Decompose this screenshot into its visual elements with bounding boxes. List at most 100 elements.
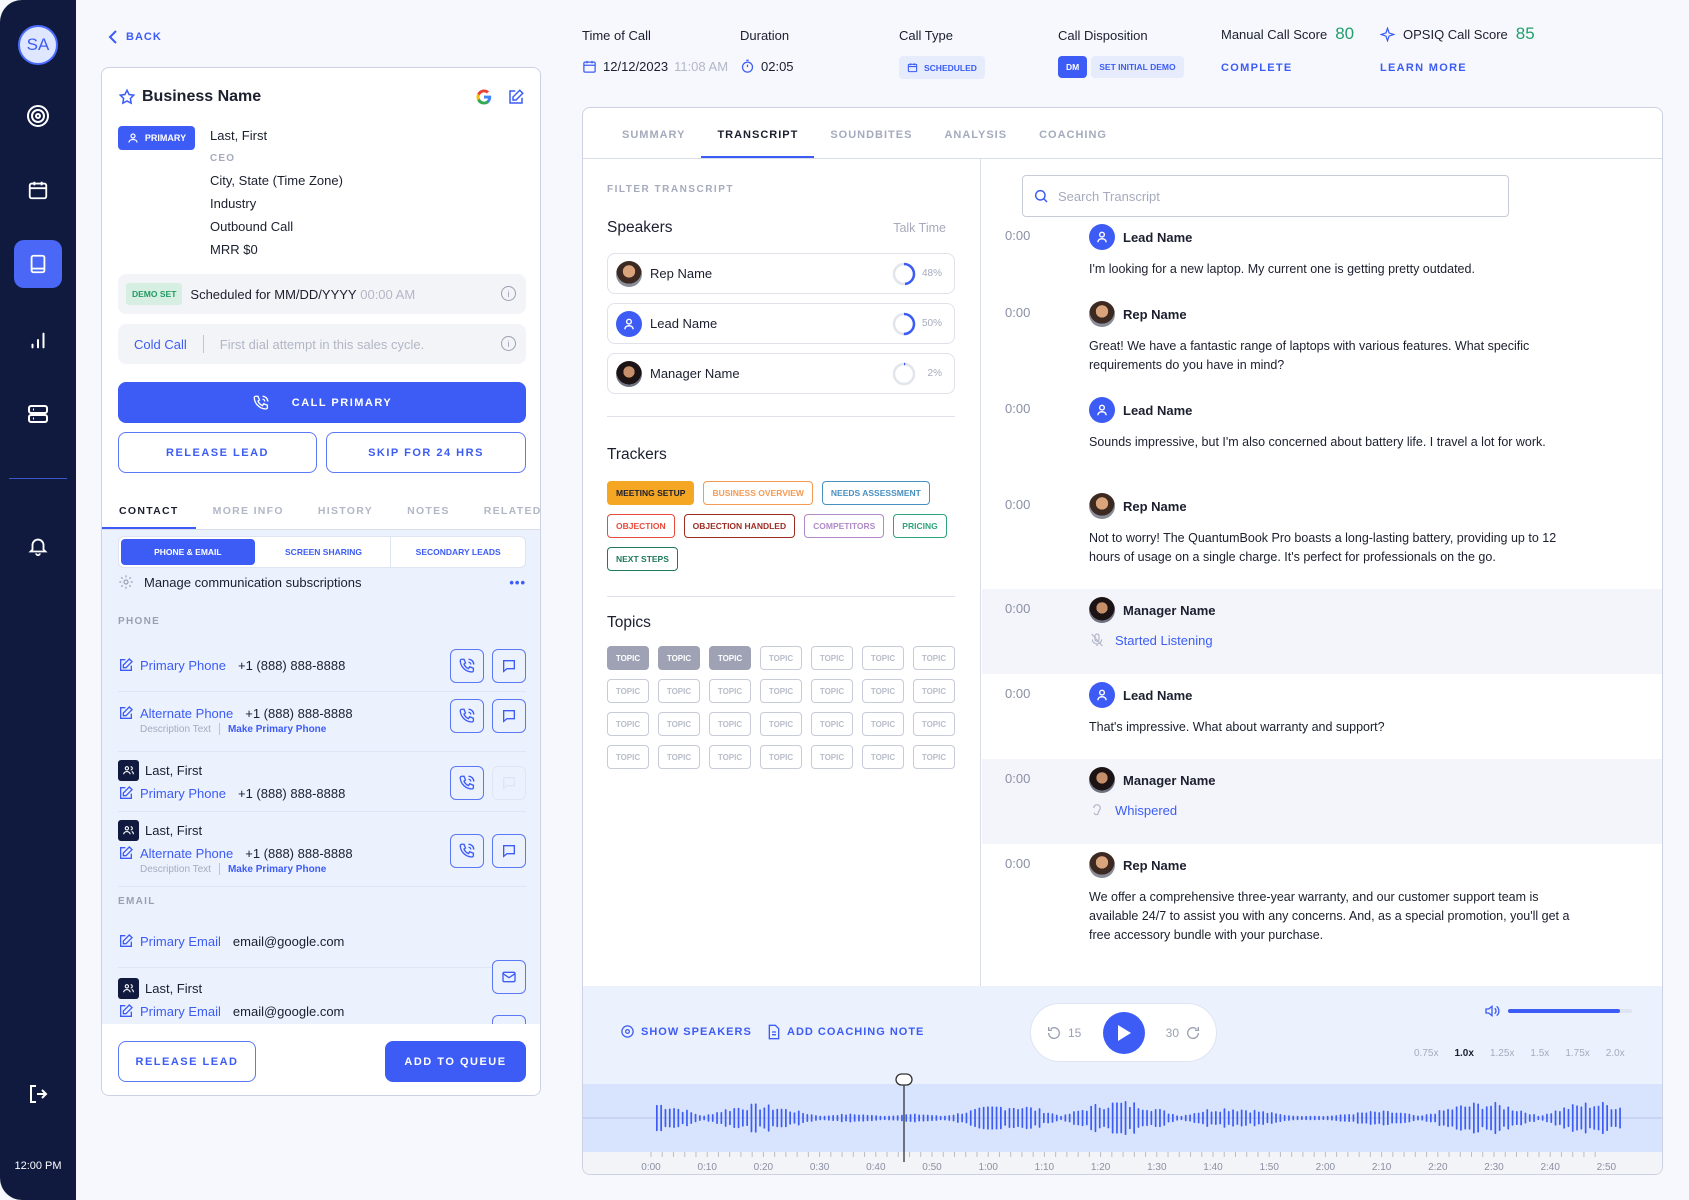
topic-chip[interactable]: TOPIC <box>709 745 751 769</box>
speed-option[interactable]: 1.0x <box>1454 1048 1473 1059</box>
topic-chip[interactable]: TOPIC <box>862 712 904 736</box>
edit-icon[interactable] <box>118 785 134 801</box>
edit-icon[interactable] <box>118 657 134 673</box>
edit-icon[interactable] <box>507 88 525 106</box>
edit-icon[interactable] <box>118 933 134 949</box>
call-button[interactable] <box>450 766 484 800</box>
topic-chip[interactable]: TOPIC <box>862 646 904 670</box>
show-speakers-button[interactable]: SHOW SPEAKERS <box>620 1024 752 1039</box>
speed-option[interactable]: 1.5x <box>1530 1048 1549 1059</box>
volume-slider[interactable] <box>1508 1009 1632 1013</box>
topic-chip[interactable]: TOPIC <box>658 712 700 736</box>
speed-option[interactable]: 0.75x <box>1414 1048 1438 1059</box>
topic-chip[interactable]: TOPIC <box>607 646 649 670</box>
tracker-chip[interactable]: OBJECTION <box>607 514 675 538</box>
topic-chip[interactable]: TOPIC <box>760 712 802 736</box>
info-icon[interactable]: i <box>501 336 516 351</box>
timestamp[interactable]: 0:00 <box>1005 856 1030 871</box>
topic-chip[interactable]: TOPIC <box>709 712 751 736</box>
topic-chip[interactable]: TOPIC <box>811 646 853 670</box>
topic-chip[interactable]: TOPIC <box>760 679 802 703</box>
tab-notes[interactable]: NOTES <box>390 494 467 529</box>
tracker-chip[interactable]: NEXT STEPS <box>607 547 678 571</box>
timestamp[interactable]: 0:00 <box>1005 228 1030 243</box>
call-button[interactable] <box>450 834 484 868</box>
timestamp[interactable]: 0:00 <box>1005 401 1030 416</box>
segment-phone-email[interactable]: PHONE & EMAIL <box>121 539 255 565</box>
topic-chip[interactable]: TOPIC <box>862 679 904 703</box>
tab-soundbites[interactable]: SOUNDBITES <box>814 108 928 158</box>
topic-chip[interactable]: TOPIC <box>658 646 700 670</box>
sms-button[interactable] <box>492 834 526 868</box>
tab-more-info[interactable]: MORE INFO <box>196 494 301 529</box>
speaker-filter-rep[interactable]: Rep Name 48% <box>607 253 955 294</box>
make-primary-link[interactable]: Make Primary Phone <box>228 724 326 735</box>
speed-option[interactable]: 1.25x <box>1490 1048 1514 1059</box>
learn-more-link[interactable]: LEARN MORE <box>1380 62 1467 74</box>
speaker-filter-manager[interactable]: Manager Name 2% <box>607 353 955 394</box>
timestamp[interactable]: 0:00 <box>1005 601 1030 616</box>
speed-option[interactable]: 1.75x <box>1565 1048 1589 1059</box>
tab-analysis[interactable]: ANALYSIS <box>928 108 1023 158</box>
playhead-handle[interactable] <box>894 1072 914 1162</box>
tab-summary[interactable]: SUMMARY <box>606 108 701 158</box>
topic-chip[interactable]: TOPIC <box>862 745 904 769</box>
bell-icon[interactable] <box>14 522 62 570</box>
call-button[interactable] <box>450 649 484 683</box>
call-primary-button[interactable]: CALL PRIMARY <box>118 382 526 423</box>
sms-button[interactable] <box>492 649 526 683</box>
call-button[interactable] <box>450 699 484 733</box>
add-coaching-note-button[interactable]: ADD COACHING NOTE <box>767 1024 924 1040</box>
release-lead-button[interactable]: RELEASE LEAD <box>118 432 317 473</box>
tracker-chip[interactable]: NEEDS ASSESSMENT <box>821 481 930 505</box>
info-icon[interactable]: i <box>501 286 516 301</box>
tracker-chip[interactable]: MEETING SETUP <box>607 481 695 505</box>
topic-chip[interactable]: TOPIC <box>607 745 649 769</box>
tab-related[interactable]: RELATED RE <box>467 494 540 529</box>
timestamp[interactable]: 0:00 <box>1005 686 1030 701</box>
add-to-queue-button[interactable]: ADD TO QUEUE <box>385 1041 526 1082</box>
tracker-chip[interactable]: PRICING <box>893 514 947 538</box>
edit-icon[interactable] <box>118 705 134 721</box>
forward-button[interactable]: 30 <box>1166 1025 1201 1041</box>
tab-coaching[interactable]: COACHING <box>1023 108 1123 158</box>
tab-transcript[interactable]: TRANSCRIPT <box>701 108 815 158</box>
calendar-icon[interactable] <box>14 166 62 214</box>
segment-screen-sharing[interactable]: SCREEN SHARING <box>257 537 392 567</box>
skip-24-hrs-button[interactable]: SKIP FOR 24 HRS <box>326 432 526 473</box>
topic-chip[interactable]: TOPIC <box>913 679 955 703</box>
tab-history[interactable]: HISTORY <box>301 494 390 529</box>
topic-chip[interactable]: TOPIC <box>811 712 853 736</box>
play-button[interactable] <box>1102 1011 1145 1054</box>
bar-chart-icon[interactable] <box>14 316 62 364</box>
speed-option[interactable]: 2.0x <box>1606 1048 1625 1059</box>
waveform[interactable] <box>583 1084 1662 1152</box>
topic-chip[interactable]: TOPIC <box>709 679 751 703</box>
search-transcript-input[interactable]: Search Transcript <box>1022 175 1509 217</box>
server-icon[interactable] <box>14 390 62 438</box>
topic-chip[interactable]: TOPIC <box>913 745 955 769</box>
rewind-button[interactable]: 15 <box>1046 1025 1081 1041</box>
segment-secondary-leads[interactable]: SECONDARY LEADS <box>391 537 525 567</box>
star-icon[interactable] <box>118 88 136 106</box>
edit-icon[interactable] <box>118 845 134 861</box>
back-link[interactable]: BACK <box>108 30 162 44</box>
topic-chip[interactable]: TOPIC <box>760 745 802 769</box>
logout-icon[interactable] <box>14 1070 62 1118</box>
topic-chip[interactable]: TOPIC <box>607 712 649 736</box>
make-primary-link[interactable]: Make Primary Phone <box>228 864 326 875</box>
book-icon[interactable] <box>14 240 62 288</box>
topic-chip[interactable]: TOPIC <box>760 646 802 670</box>
topic-chip[interactable]: TOPIC <box>811 745 853 769</box>
tracker-chip[interactable]: OBJECTION HANDLED <box>683 514 796 538</box>
tab-contact[interactable]: CONTACT <box>102 494 196 529</box>
manage-subscriptions-row[interactable]: Manage communication subscriptions ••• <box>118 574 526 590</box>
tracker-chip[interactable]: BUSINESS OVERVIEW <box>703 481 813 505</box>
timestamp[interactable]: 0:00 <box>1005 497 1030 512</box>
topic-chip[interactable]: TOPIC <box>913 712 955 736</box>
topic-chip[interactable]: TOPIC <box>658 745 700 769</box>
topic-chip[interactable]: TOPIC <box>811 679 853 703</box>
topic-chip[interactable]: TOPIC <box>913 646 955 670</box>
speaker-filter-lead[interactable]: Lead Name 50% <box>607 303 955 344</box>
sms-button[interactable] <box>492 699 526 733</box>
